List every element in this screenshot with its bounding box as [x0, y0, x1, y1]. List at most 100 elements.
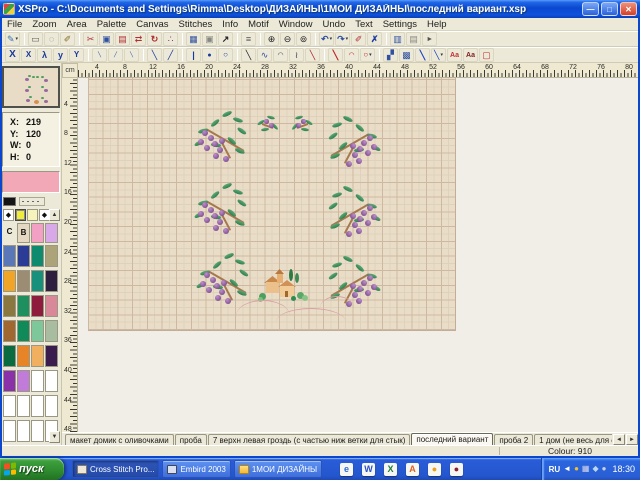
- text-tool[interactable]: Aa: [447, 48, 462, 62]
- redo[interactable]: ↷▾: [335, 32, 350, 46]
- quarter-stitch-y[interactable]: Y: [69, 48, 84, 62]
- palette-color[interactable]: [3, 420, 16, 442]
- red-circle-dropdown[interactable]: ▾: [369, 53, 372, 58]
- design-canvas[interactable]: [78, 78, 640, 432]
- undo[interactable]: ↶▾: [319, 32, 334, 46]
- motif-fill[interactable]: ▩: [399, 48, 414, 62]
- palette-color[interactable]: [45, 370, 58, 392]
- pointer[interactable]: ↗: [218, 32, 233, 46]
- media-icon[interactable]: ●: [450, 463, 463, 476]
- menu-area[interactable]: Area: [62, 19, 92, 30]
- palette-color[interactable]: [17, 320, 30, 342]
- excel-icon[interactable]: X: [384, 463, 397, 476]
- palette-color[interactable]: [45, 245, 58, 267]
- petite-stitch-2[interactable]: ╱: [108, 48, 123, 62]
- loop-stitch[interactable]: ≀: [289, 48, 304, 62]
- select-dotted[interactable]: ▢: [479, 48, 494, 62]
- palette-color[interactable]: [17, 370, 30, 392]
- menu-canvas[interactable]: Canvas: [131, 19, 173, 30]
- palette-color[interactable]: [17, 420, 30, 442]
- hide-icons-chevron[interactable]: ◄: [563, 465, 571, 473]
- palette-color[interactable]: [31, 295, 44, 317]
- paste[interactable]: ▤: [115, 32, 130, 46]
- pencil-tool-dropdown[interactable]: ▾: [16, 37, 19, 42]
- palette-color[interactable]: [31, 270, 44, 292]
- backstitch-right[interactable]: ╱: [163, 48, 178, 62]
- palette-color[interactable]: [31, 245, 44, 267]
- zoom-out[interactable]: ⊖: [280, 32, 295, 46]
- duplicate[interactable]: ▣: [202, 32, 217, 46]
- palette-header-cell[interactable]: [31, 223, 44, 243]
- undo-dropdown[interactable]: ▾: [330, 37, 333, 42]
- palette-color[interactable]: [17, 345, 30, 367]
- palette-color[interactable]: [3, 370, 16, 392]
- long-stitch[interactable]: ╲: [241, 48, 256, 62]
- nodes[interactable]: ∴: [163, 32, 178, 46]
- fabric-grid[interactable]: [88, 78, 456, 331]
- petite-stitch-3[interactable]: ╲: [124, 48, 139, 62]
- red-backstitch[interactable]: ╲: [328, 48, 343, 62]
- palette-color[interactable]: [17, 295, 30, 317]
- rotate[interactable]: ↻: [147, 32, 162, 46]
- pattern-stitch[interactable]: ∿: [257, 48, 272, 62]
- menu-undo[interactable]: Undo: [318, 19, 351, 30]
- tab-scroll-right[interactable]: ►: [626, 434, 638, 445]
- paint-icon[interactable]: A: [406, 463, 419, 476]
- word-icon[interactable]: W: [362, 463, 375, 476]
- ruler-tool[interactable]: ≡: [241, 32, 256, 46]
- start-button[interactable]: пуск: [0, 458, 64, 480]
- full-stitch[interactable]: X: [5, 48, 20, 62]
- cut[interactable]: ✂: [83, 32, 98, 46]
- palette-color[interactable]: [31, 370, 44, 392]
- menu-window[interactable]: Window: [274, 19, 318, 30]
- palette-color[interactable]: [45, 320, 58, 342]
- half-stitch-left[interactable]: λ: [37, 48, 52, 62]
- menu-file[interactable]: File: [2, 19, 27, 30]
- tray-display-icon[interactable]: ▦: [582, 465, 590, 473]
- palette-color[interactable]: [17, 245, 30, 267]
- agent-icon[interactable]: ●: [428, 463, 441, 476]
- zoom-reset[interactable]: ⊚: [296, 32, 311, 46]
- palette-color[interactable]: [45, 270, 58, 292]
- menu-text[interactable]: Text: [350, 19, 377, 30]
- mirror[interactable]: ⇄: [131, 32, 146, 46]
- curve-stitch[interactable]: ◠: [273, 48, 288, 62]
- text-tool-dark[interactable]: Aa: [463, 48, 478, 62]
- language-indicator[interactable]: RU: [549, 465, 561, 474]
- palette-header-cell[interactable]: B: [17, 223, 30, 243]
- freehand-select[interactable]: ✐: [60, 32, 75, 46]
- palette-color[interactable]: [31, 345, 44, 367]
- palette-color[interactable]: [45, 345, 58, 367]
- knot-tool[interactable]: ▞: [383, 48, 398, 62]
- erase[interactable]: ✗: [367, 32, 382, 46]
- blue-pen[interactable]: ╲: [415, 48, 430, 62]
- menu-palette[interactable]: Palette: [92, 19, 132, 30]
- tray-network-icon[interactable]: ●: [602, 465, 607, 473]
- palette-scroll-down[interactable]: ▼: [49, 431, 60, 443]
- menu-stitches[interactable]: Stitches: [173, 19, 217, 30]
- copy[interactable]: ▣: [99, 32, 114, 46]
- red-curve[interactable]: ◠: [344, 48, 359, 62]
- half-stitch-right[interactable]: y: [53, 48, 68, 62]
- pencil-tool[interactable]: ✎▾: [5, 32, 20, 46]
- palette-color[interactable]: [31, 395, 44, 417]
- palette-header-cell[interactable]: C: [3, 223, 16, 243]
- palette-color[interactable]: [31, 320, 44, 342]
- three-quarter-stitch[interactable]: X: [21, 48, 36, 62]
- palette-color[interactable]: [45, 395, 58, 417]
- blue-pen-alt[interactable]: ╲▾: [431, 48, 446, 62]
- zoom-in[interactable]: ⊕: [264, 32, 279, 46]
- bead[interactable]: ○: [218, 48, 233, 62]
- menu-info[interactable]: Info: [217, 19, 243, 30]
- backstitch-left[interactable]: ╲: [147, 48, 162, 62]
- palette-color[interactable]: [3, 270, 16, 292]
- menu-settings[interactable]: Settings: [378, 19, 422, 30]
- image[interactable]: ▦: [186, 32, 201, 46]
- draw-pen[interactable]: ✐: [351, 32, 366, 46]
- palette-color[interactable]: [45, 295, 58, 317]
- new-page[interactable]: ▤: [406, 32, 421, 46]
- tray-cd-icon[interactable]: ●: [574, 465, 579, 473]
- menu-help[interactable]: Help: [422, 19, 452, 30]
- rect-select[interactable]: ▭: [28, 32, 43, 46]
- blue-pen-alt-dropdown[interactable]: ▾: [440, 53, 443, 58]
